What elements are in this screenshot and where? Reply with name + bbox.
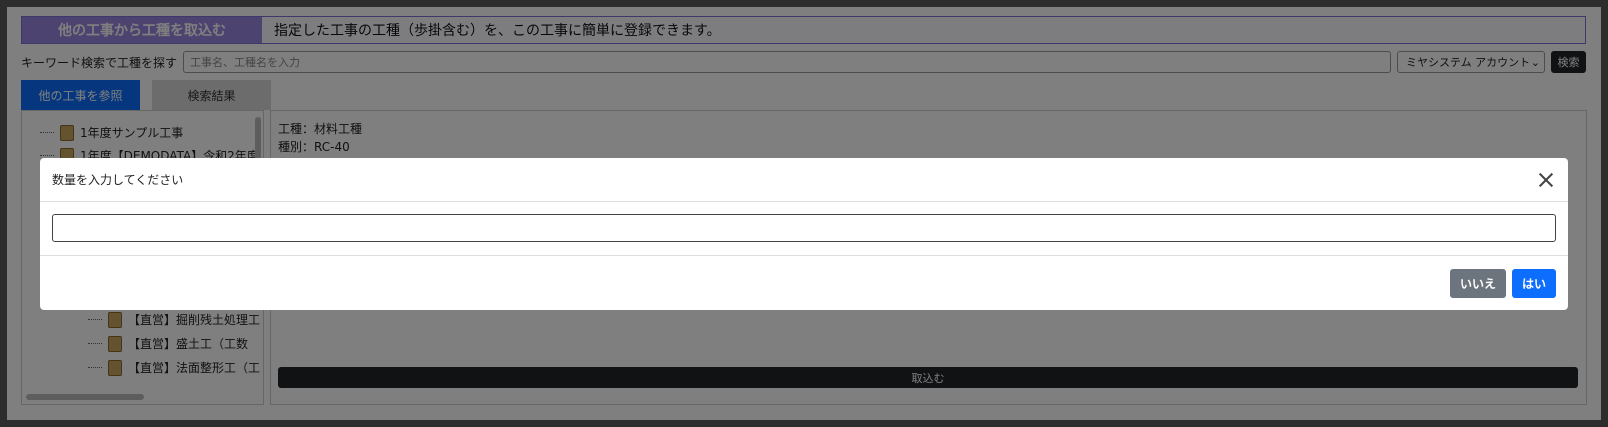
no-button[interactable]: いいえ bbox=[1450, 268, 1506, 298]
modal-body bbox=[40, 202, 1568, 256]
quantity-input[interactable] bbox=[52, 214, 1556, 242]
modal-header: 数量を入力してください bbox=[40, 158, 1568, 202]
yes-button[interactable]: はい bbox=[1512, 268, 1556, 298]
modal-title: 数量を入力してください bbox=[52, 173, 184, 187]
close-icon[interactable] bbox=[1536, 170, 1556, 190]
modal-footer: いいえ はい bbox=[40, 256, 1568, 310]
quantity-modal: 数量を入力してください いいえ はい bbox=[40, 158, 1568, 310]
